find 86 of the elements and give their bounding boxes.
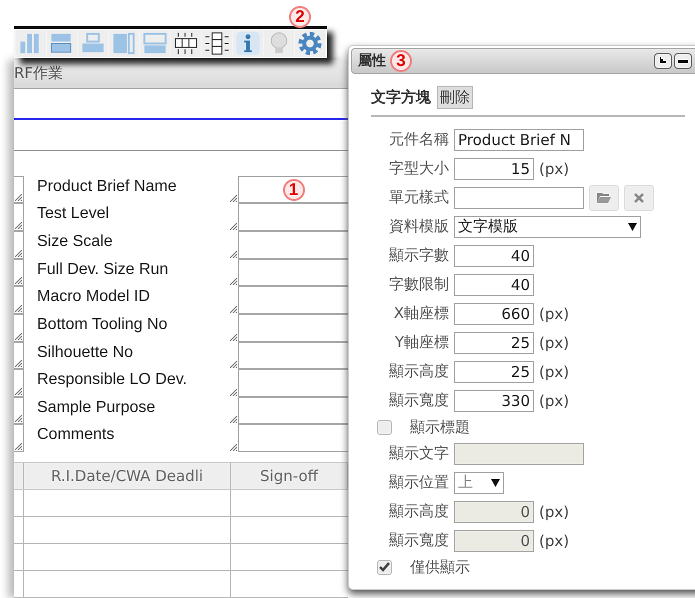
field-label: 顯示位置	[388, 473, 449, 492]
form-label: Silhouette No	[37, 344, 134, 361]
unit-label: (px)	[539, 532, 570, 550]
resize-handle-icon[interactable]	[230, 334, 237, 341]
checkbox[interactable]	[377, 560, 392, 574]
unit-label: (px)	[539, 362, 570, 380]
form-label: Size Scale	[37, 233, 113, 250]
unit-label: (px)	[539, 334, 570, 352]
number-field[interactable]: 15	[454, 158, 534, 180]
resize-handle-icon[interactable]	[15, 304, 22, 312]
clear-icon[interactable]	[624, 184, 654, 210]
field-label: 顯示寬度	[388, 391, 449, 410]
grid-columns-icon[interactable]	[202, 30, 232, 57]
form-label: Sample Purpose	[37, 398, 156, 416]
number-field[interactable]: 330	[454, 390, 534, 412]
window-title: RF作業	[14, 64, 64, 84]
grid-rows-icon[interactable]	[171, 30, 201, 57]
unit-label: (px)	[539, 502, 570, 520]
resize-handle-icon[interactable]	[15, 250, 22, 257]
field-label: 單元樣式	[388, 188, 449, 207]
number-field[interactable]: 40	[454, 274, 534, 296]
style-field[interactable]	[454, 186, 584, 208]
resize-handle-icon[interactable]	[15, 194, 22, 202]
resize-handle-icon[interactable]	[230, 416, 237, 424]
form-label: Full Dev. Size Run	[37, 260, 168, 278]
resize-handle-icon[interactable]	[230, 195, 237, 202]
field-label: 字數限制	[388, 275, 449, 294]
checkbox[interactable]	[377, 420, 392, 434]
resize-handle-icon[interactable]	[15, 222, 22, 230]
checkbox-label: 僅供顯示	[410, 558, 470, 576]
resize-handle-icon[interactable]	[15, 332, 22, 340]
field-label: 顯示寬度	[388, 531, 449, 550]
column-header[interactable]: R.I.Date/CWA Deadli	[24, 463, 231, 490]
form-label: Macro Model ID	[37, 288, 150, 306]
field-label: 資料模版	[388, 217, 449, 236]
unit-label: (px)	[539, 392, 570, 410]
field-label: 字型大小	[388, 159, 449, 178]
resize-handle-icon[interactable]	[15, 415, 22, 422]
panel-title: 屬性	[358, 52, 386, 70]
resize-handle-icon[interactable]	[230, 250, 237, 258]
caret-icon	[628, 222, 637, 230]
pin-icon[interactable]	[654, 53, 672, 69]
checkbox-label: 顯示標題	[410, 418, 470, 436]
number-field[interactable]: 660	[454, 302, 534, 324]
step-marker: 2	[289, 6, 311, 28]
field-label: 顯示高度	[388, 362, 449, 381]
resize-handle-icon[interactable]	[230, 278, 237, 286]
template-dropdown[interactable]: 文字模版	[454, 216, 641, 238]
folder-icon[interactable]	[589, 184, 619, 210]
minimize-icon[interactable]	[674, 53, 692, 69]
form-field[interactable]: 1	[238, 176, 348, 204]
form-label: Product Brief Name	[37, 178, 177, 195]
resize-handle-icon[interactable]	[15, 443, 22, 450]
resize-handle-icon[interactable]	[230, 444, 237, 452]
element-type-label: 文字方塊	[371, 88, 431, 107]
unit-label: (px)	[539, 304, 570, 322]
field-label: 顯示文字	[388, 444, 449, 463]
resize-handle-icon[interactable]	[230, 388, 237, 396]
step-marker: 3	[390, 50, 412, 72]
number-field[interactable]: 40	[454, 244, 534, 266]
field-label: 顯示高度	[388, 502, 449, 521]
resize-handle-icon[interactable]	[230, 361, 237, 368]
unit-label: (px)	[539, 160, 570, 178]
form-label: Bottom Tooling No	[37, 316, 168, 333]
resize-handle-icon[interactable]	[15, 388, 22, 395]
position-dropdown[interactable]: 上	[454, 472, 504, 494]
resize-handle-icon[interactable]	[230, 223, 237, 230]
field-label: 顯示字數	[388, 246, 449, 265]
number-field[interactable]: 25	[454, 332, 534, 354]
number-field[interactable]: 25	[454, 360, 534, 382]
form-label: Test Level	[37, 205, 110, 222]
field-label: 元件名稱	[388, 130, 449, 149]
resize-handle-icon[interactable]	[230, 306, 237, 313]
text-field[interactable]: Product Brief N	[454, 128, 584, 150]
delete-button[interactable]: 刪除	[437, 86, 473, 109]
info-icon[interactable]	[233, 30, 263, 57]
form-label: Comments	[37, 426, 114, 444]
field-label: X軸座標	[392, 304, 449, 323]
resize-handle-icon[interactable]	[15, 277, 22, 284]
resize-handle-icon[interactable]	[15, 360, 22, 368]
settings-icon[interactable]	[295, 30, 325, 57]
caret-icon	[491, 478, 500, 486]
step-marker: 1	[282, 178, 304, 201]
form-label: Responsible LO Dev.	[37, 371, 187, 388]
field-label: Y軸座標	[394, 333, 449, 352]
rows-layout-icon[interactable]	[47, 30, 77, 57]
